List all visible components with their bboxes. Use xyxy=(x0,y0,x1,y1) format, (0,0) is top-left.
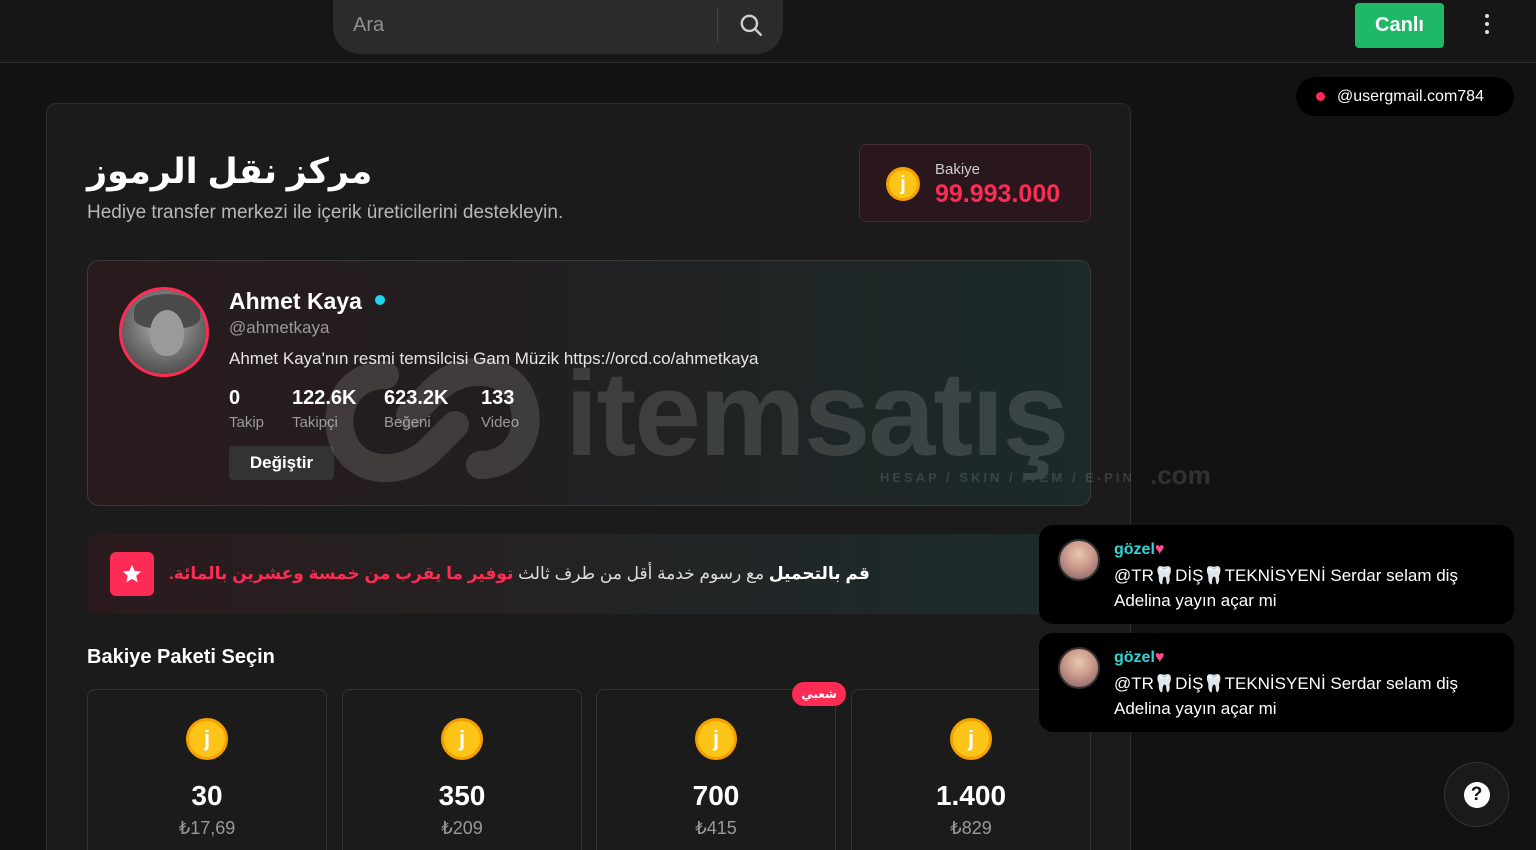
popular-badge: شعبي xyxy=(792,682,846,706)
chat-avatar xyxy=(1058,539,1100,581)
package-amount: 350 xyxy=(438,780,486,811)
chat-username: gözel♥ xyxy=(1114,541,1165,558)
package-price: ₺17,69 xyxy=(178,818,236,838)
heart-icon: ♥ xyxy=(1154,649,1165,666)
coin-icon: j xyxy=(441,718,483,760)
search-input[interactable] xyxy=(353,10,713,40)
package-amount: 30 xyxy=(191,780,223,811)
chat-text: @TR🦷DİŞ🦷TEKNİSYENİ Serdar selam diş Adel… xyxy=(1114,566,1458,610)
package-amount: 700 xyxy=(692,780,740,811)
package-card[interactable]: j 30 ₺17,69 xyxy=(87,689,327,850)
creator-profile-card: Ahmet Kaya @ahmetkaya Ahmet Kaya'nın res… xyxy=(87,260,1091,506)
balance-label: Bakiye xyxy=(935,161,981,178)
package-price: ₺209 xyxy=(441,818,483,838)
chat-message: gözel♥ @TR🦷DİŞ🦷TEKNİSYENİ Serdar selam d… xyxy=(1039,633,1514,732)
package-section-title: Bakiye Paketi Seçin xyxy=(87,646,275,668)
coin-icon: j xyxy=(186,718,228,760)
balance-value: 99.993.000 xyxy=(935,180,1061,208)
creator-handle: @ahmetkaya xyxy=(229,318,330,337)
package-price: ₺415 xyxy=(695,818,737,838)
stat-followers: 122.6K Takipçi xyxy=(292,387,357,431)
package-price: ₺829 xyxy=(950,818,992,838)
top-bar: Canlı xyxy=(0,0,1536,63)
search-icon xyxy=(740,14,762,36)
search-bar xyxy=(333,0,783,54)
stat-likes: 623.2K Beğeni xyxy=(384,387,449,431)
package-amount: 1.400 xyxy=(935,780,1007,811)
page-subtitle: Hediye transfer merkezi ile içerik üreti… xyxy=(87,202,564,223)
coin-icon: j xyxy=(950,718,992,760)
live-button[interactable]: Canlı xyxy=(1355,3,1444,48)
star-icon xyxy=(110,552,154,596)
chat-avatar xyxy=(1058,647,1100,689)
creator-name: Ahmet Kaya xyxy=(229,288,362,314)
chat-username: gözel♥ xyxy=(1114,649,1165,666)
stat-videos: 133 Video xyxy=(481,387,520,431)
transfer-center-card: مركز نقل الرموز Hediye transfer merkezi … xyxy=(46,103,1131,850)
chat-text: @TR🦷DİŞ🦷TEKNİSYENİ Serdar selam diş Adel… xyxy=(1114,674,1458,718)
stat-following: 0 Takip xyxy=(229,387,265,431)
promo-text: قم بالتحميل مع رسوم خدمة أقل من طرف ثالث… xyxy=(169,564,870,583)
change-creator-button[interactable]: Değiştir xyxy=(229,446,334,480)
avatar xyxy=(119,287,209,377)
creator-bio: Ahmet Kaya'nın resmi temsilcisi Gam Müzi… xyxy=(229,349,759,368)
package-card[interactable]: j 350 ₺209 xyxy=(342,689,582,850)
package-card[interactable]: j 700 ₺415 xyxy=(596,689,836,850)
coin-icon: j xyxy=(886,167,920,201)
status-dot xyxy=(1316,92,1325,101)
heart-icon: ♥ xyxy=(1154,541,1165,558)
more-vertical-icon[interactable] xyxy=(1472,6,1502,42)
promo-banner: قم بالتحميل مع رسوم خدمة أقل من طرف ثالث… xyxy=(87,534,1091,614)
search-button[interactable] xyxy=(718,0,783,50)
balance-box: j Bakiye 99.993.000 xyxy=(859,144,1091,222)
user-email: @usergmail.com784 xyxy=(1337,87,1484,105)
verified-icon xyxy=(375,295,385,305)
user-account-pill[interactable]: @usergmail.com784 xyxy=(1296,77,1514,116)
coin-icon: j xyxy=(695,718,737,760)
chat-message: gözel♥ @TR🦷DİŞ🦷TEKNİSYENİ Serdar selam d… xyxy=(1039,525,1514,624)
help-button[interactable]: ? xyxy=(1444,762,1509,827)
help-icon: ? xyxy=(1463,781,1490,808)
page-title: مركز نقل الرموز xyxy=(87,152,373,191)
